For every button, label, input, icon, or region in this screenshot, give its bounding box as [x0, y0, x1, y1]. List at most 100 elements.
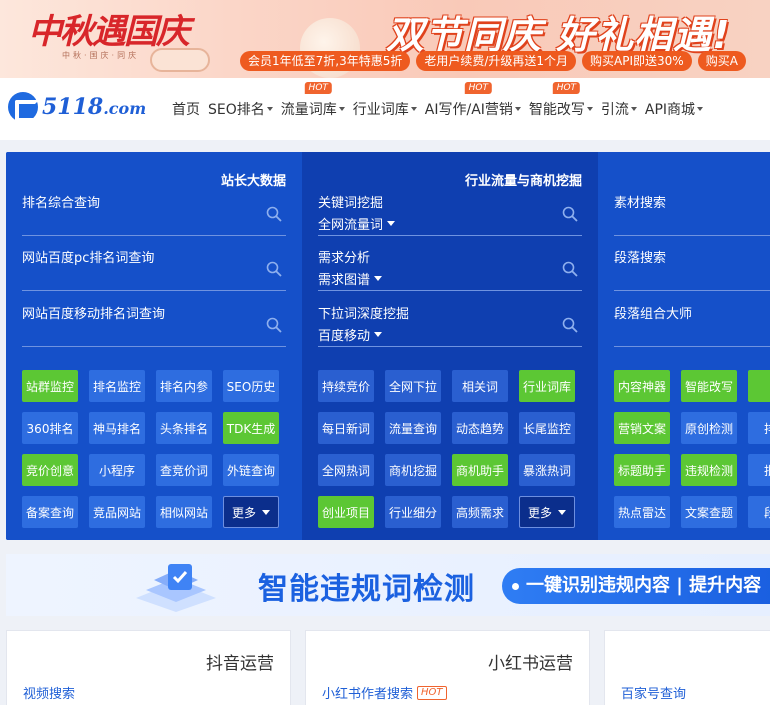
tool-button[interactable]: 动态趋势 [452, 412, 508, 444]
more-tools-button[interactable]: 更多 [519, 496, 575, 528]
tool-button[interactable]: 热点雷达 [614, 496, 670, 528]
tool-button[interactable]: 排名 [748, 412, 770, 444]
caret-down-icon [266, 107, 273, 111]
nav-item[interactable]: 首页 [172, 99, 200, 119]
query-type-select[interactable]: 需求图谱 [318, 269, 383, 288]
nav-item[interactable]: API商城 [644, 99, 704, 119]
promo-pill[interactable]: 老用户续费/升级再送1个月 [416, 51, 577, 71]
tool-button-label: 每日新词 [321, 421, 370, 436]
tool-button[interactable]: 批量 [748, 454, 770, 486]
nav-item[interactable]: 行业词库 [353, 99, 417, 119]
festival-logo: 中秋遇国庆 [28, 12, 190, 52]
tool-button[interactable]: 营销文案 [614, 412, 670, 444]
tool-button[interactable]: 查竞价词 [156, 454, 212, 486]
caret-down-icon [514, 107, 521, 111]
card-link[interactable]: 百家号查询 [621, 683, 686, 702]
tool-button-label: 竞价创意 [25, 463, 74, 478]
promo-pill[interactable]: 购买A [697, 51, 746, 71]
search-icon[interactable] [266, 206, 282, 222]
tool-button[interactable]: 创业项目 [318, 496, 374, 528]
promo-pill[interactable]: 购买API即送30% [582, 51, 692, 71]
query-field-label: 段落搜索 [614, 251, 667, 266]
tool-button[interactable]: 选 [748, 370, 770, 402]
tool-button[interactable]: 内容神器 [614, 370, 670, 402]
search-icon[interactable] [562, 206, 578, 222]
tool-button[interactable]: 360排名 [22, 412, 78, 444]
tool-button[interactable]: 全网热词 [318, 454, 374, 486]
query-field[interactable]: 关键词挖掘 全网流量词 [318, 192, 582, 236]
tool-button[interactable]: 标题助手 [614, 454, 670, 486]
tool-button[interactable]: 行业词库 [519, 370, 575, 402]
tool-button[interactable]: 段落 [748, 496, 770, 528]
promo-banner[interactable]: 中秋遇国庆 中秋·国庆·同庆 双节同庆 好礼相遇! 会员1年低至7折,3年特惠5… [0, 0, 770, 78]
nav-item[interactable]: SEO排名 [208, 99, 273, 119]
tool-button[interactable]: 排名内参 [156, 370, 212, 402]
nav-item[interactable]: 流量词库 HOT [281, 82, 345, 119]
tool-button[interactable]: 原创检测 [681, 412, 737, 444]
nav-item-label: API商城 [644, 102, 696, 118]
card-xiaohongshu: 小红书运营 小红书作者搜索 HOT [305, 630, 590, 705]
hot-badge: HOT [417, 685, 447, 700]
tool-button[interactable]: 竞价创意 [22, 454, 78, 486]
tool-button[interactable]: 小程序 [89, 454, 145, 486]
tool-button-label: 行业细分 [388, 505, 437, 520]
search-icon[interactable] [562, 317, 578, 333]
tool-button-label: 暴涨热词 [522, 463, 571, 478]
more-tools-button[interactable]: 更多 [223, 496, 279, 528]
tool-button[interactable]: 文案查题 [681, 496, 737, 528]
query-field[interactable]: 排名综合查询 [22, 192, 286, 236]
query-field[interactable]: 网站百度pc排名词查询 [22, 247, 286, 291]
caret-down-icon [586, 107, 593, 111]
nav-item[interactable]: 智能改写 HOT [529, 82, 593, 119]
caret-down-icon [630, 107, 637, 111]
tool-button[interactable]: TDK生成 [223, 412, 279, 444]
query-type-select[interactable]: 百度移动 [318, 325, 383, 344]
nav-item[interactable]: 引流 [601, 99, 637, 119]
tool-button[interactable]: 流量查询 [385, 412, 441, 444]
tool-button[interactable]: 暴涨热词 [519, 454, 575, 486]
caret-down-icon [338, 107, 345, 111]
tool-button[interactable]: 长尾监控 [519, 412, 575, 444]
tool-button[interactable]: 商机挖掘 [385, 454, 441, 486]
tool-button[interactable]: 持续竞价 [318, 370, 374, 402]
nav-item-label: 引流 [600, 102, 629, 118]
card-douyin: 抖音运营 视频搜索 [6, 630, 291, 705]
tool-button[interactable]: 相关词 [452, 370, 508, 402]
search-icon[interactable] [266, 317, 282, 333]
tool-button[interactable]: 排名监控 [89, 370, 145, 402]
search-icon[interactable] [266, 261, 282, 277]
tool-button-label: 标题助手 [617, 463, 666, 478]
tool-button[interactable]: 神马排名 [89, 412, 145, 444]
query-field[interactable]: 段落组合大师 [614, 303, 770, 347]
query-field[interactable]: 网站百度移动排名词查询 [22, 303, 286, 347]
tool-button[interactable]: 外链查询 [223, 454, 279, 486]
tool-button[interactable]: 相似网站 [156, 496, 212, 528]
card-link[interactable]: 小红书作者搜索 HOT [322, 683, 447, 702]
search-icon[interactable] [562, 261, 578, 277]
tool-button-label: 段落 [763, 505, 770, 520]
query-field[interactable]: 素材搜索 [614, 192, 770, 236]
tool-button[interactable]: 智能改写 [681, 370, 737, 402]
tool-button-label: 持续竞价 [321, 379, 370, 394]
tool-button[interactable]: 备案查询 [22, 496, 78, 528]
promo-pill[interactable]: 会员1年低至7折,3年特惠5折 [240, 51, 411, 71]
violation-detection-ad[interactable]: 智能违规词检测 一键识别违规内容 | 提升内容 [6, 554, 770, 616]
tool-button[interactable]: 高频需求 [452, 496, 508, 528]
tool-button[interactable]: 站群监控 [22, 370, 78, 402]
tool-button[interactable]: 商机助手 [452, 454, 508, 486]
card-link[interactable]: 视频搜索 [23, 683, 75, 702]
site-logo[interactable]: 5118.com [8, 92, 146, 122]
tool-button[interactable]: SEO历史 [223, 370, 279, 402]
nav-item[interactable]: AI写作/AI营销 HOT [425, 82, 521, 119]
query-field[interactable]: 段落搜索 [614, 247, 770, 291]
tool-button[interactable]: 违规检测 [681, 454, 737, 486]
query-field[interactable]: 需求分析 需求图谱 [318, 247, 582, 291]
tool-button[interactable]: 竞品网站 [89, 496, 145, 528]
tool-button[interactable]: 行业细分 [385, 496, 441, 528]
tool-button[interactable]: 头条排名 [156, 412, 212, 444]
caret-down-icon [374, 332, 383, 337]
tool-button[interactable]: 全网下拉 [385, 370, 441, 402]
query-field[interactable]: 下拉词深度挖掘 百度移动 [318, 303, 582, 347]
tool-button[interactable]: 每日新词 [318, 412, 374, 444]
query-type-select[interactable]: 全网流量词 [318, 214, 396, 233]
